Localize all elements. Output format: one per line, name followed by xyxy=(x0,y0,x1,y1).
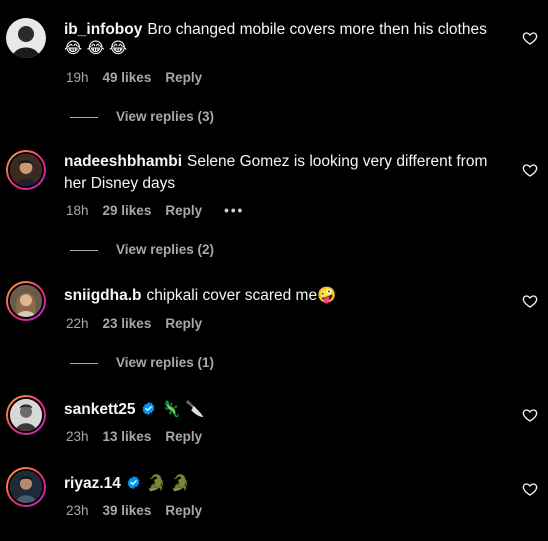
view-replies-button[interactable]: View replies (2) xyxy=(70,242,214,257)
comment-meta: 19h 49 likes Reply xyxy=(66,70,202,85)
comment-body: sniigdha.b chipkali cover scared me🤪 xyxy=(64,285,336,307)
crocodile-emoji-icon: 🐊 xyxy=(170,475,190,492)
comment-item: riyaz.14 🐊 🐊 23h 39 likes Reply xyxy=(0,455,548,541)
comment-meta: 22h 23 likes Reply xyxy=(66,316,202,331)
comment-timestamp[interactable]: 19h xyxy=(66,70,89,85)
divider-line xyxy=(70,116,98,118)
lizard-emoji-icon: 🦎 xyxy=(161,401,181,418)
comment-item: sankett25 🦎 🔪 23h 13 likes Reply xyxy=(0,380,548,460)
comment-text: chipkali cover scared me xyxy=(146,287,318,304)
divider-line xyxy=(70,362,98,364)
view-replies-button[interactable]: View replies (1) xyxy=(70,355,214,370)
comment-text: Selene Gomez is looking very different f… xyxy=(187,153,488,170)
comment-item: ib_infoboy Bro changed mobile covers more… xyxy=(0,0,548,130)
comment-likes-count[interactable]: 13 likes xyxy=(103,429,152,444)
comment-likes-count[interactable]: 39 likes xyxy=(103,503,152,518)
verified-badge-icon xyxy=(142,401,154,416)
comment-meta: 23h 13 likes Reply xyxy=(66,429,202,444)
avatar[interactable] xyxy=(6,467,46,507)
laughing-emoji-icon: 😂 xyxy=(64,40,83,57)
laughing-emoji-icon: 😂 xyxy=(86,40,105,57)
comment-username[interactable]: sankett25 xyxy=(64,401,136,418)
comment-meta: 23h 39 likes Reply xyxy=(66,503,202,518)
avatar[interactable] xyxy=(6,18,46,58)
reply-button[interactable]: Reply xyxy=(165,70,202,85)
view-replies-label: View replies (1) xyxy=(116,355,215,370)
reply-button[interactable]: Reply xyxy=(165,429,202,444)
comment-timestamp[interactable]: 23h xyxy=(66,503,89,518)
heart-outline-icon[interactable] xyxy=(522,162,538,178)
comment-likes-count[interactable]: 49 likes xyxy=(103,70,152,85)
comment-emojis: 😂 😂 😂 xyxy=(64,38,127,60)
avatar[interactable] xyxy=(6,281,46,321)
comment-timestamp[interactable]: 23h xyxy=(66,429,89,444)
comment-item: nadeeshbhambi Selene Gomez is looking ver… xyxy=(0,130,548,265)
reply-button[interactable]: Reply xyxy=(165,503,202,518)
view-replies-button[interactable]: View replies (3) xyxy=(70,109,214,124)
crocodile-emoji-icon: 🐊 xyxy=(146,475,167,492)
reply-button[interactable]: Reply xyxy=(165,316,202,331)
divider-line xyxy=(70,249,98,251)
comment-likes-count[interactable]: 23 likes xyxy=(103,316,152,331)
avatar[interactable] xyxy=(6,395,46,435)
view-replies-label: View replies (2) xyxy=(116,242,215,257)
comment-timestamp[interactable]: 22h xyxy=(66,316,89,331)
comment-text: Bro changed mobile covers more then his … xyxy=(147,21,487,38)
comment-body: nadeeshbhambi Selene Gomez is looking ver… xyxy=(64,151,487,173)
verified-badge-icon xyxy=(127,475,140,490)
comment-username[interactable]: ib_infoboy xyxy=(64,21,142,38)
avatar[interactable] xyxy=(6,150,46,190)
comment-timestamp[interactable]: 18h xyxy=(66,203,89,218)
comment-username[interactable]: sniigdha.b xyxy=(64,287,142,304)
view-replies-label: View replies (3) xyxy=(116,109,215,124)
laughing-emoji-icon: 😂 xyxy=(108,40,127,57)
comment-item: sniigdha.b chipkali cover scared me🤪 22h 2… xyxy=(0,265,548,380)
comment-body: sankett25 🦎 🔪 xyxy=(64,399,204,421)
reply-button[interactable]: Reply xyxy=(165,203,202,218)
comment-body: ib_infoboy Bro changed mobile covers more… xyxy=(64,19,487,41)
knife-emoji-icon: 🔪 xyxy=(185,401,205,418)
heart-outline-icon[interactable] xyxy=(522,30,538,46)
heart-outline-icon[interactable] xyxy=(522,293,538,309)
comment-meta: 18h 29 likes Reply ••• xyxy=(66,203,244,218)
heart-outline-icon[interactable] xyxy=(522,407,538,423)
zany-face-emoji-icon: 🤪 xyxy=(317,287,337,304)
heart-outline-icon[interactable] xyxy=(522,481,538,497)
more-options-icon[interactable]: ••• xyxy=(224,203,244,218)
comment-body: riyaz.14 🐊 🐊 xyxy=(64,473,190,495)
comment-likes-count[interactable]: 29 likes xyxy=(103,203,152,218)
comment-username[interactable]: riyaz.14 xyxy=(64,475,121,492)
comment-text-continued: her Disney days xyxy=(64,175,176,192)
comment-username[interactable]: nadeeshbhambi xyxy=(64,153,182,170)
